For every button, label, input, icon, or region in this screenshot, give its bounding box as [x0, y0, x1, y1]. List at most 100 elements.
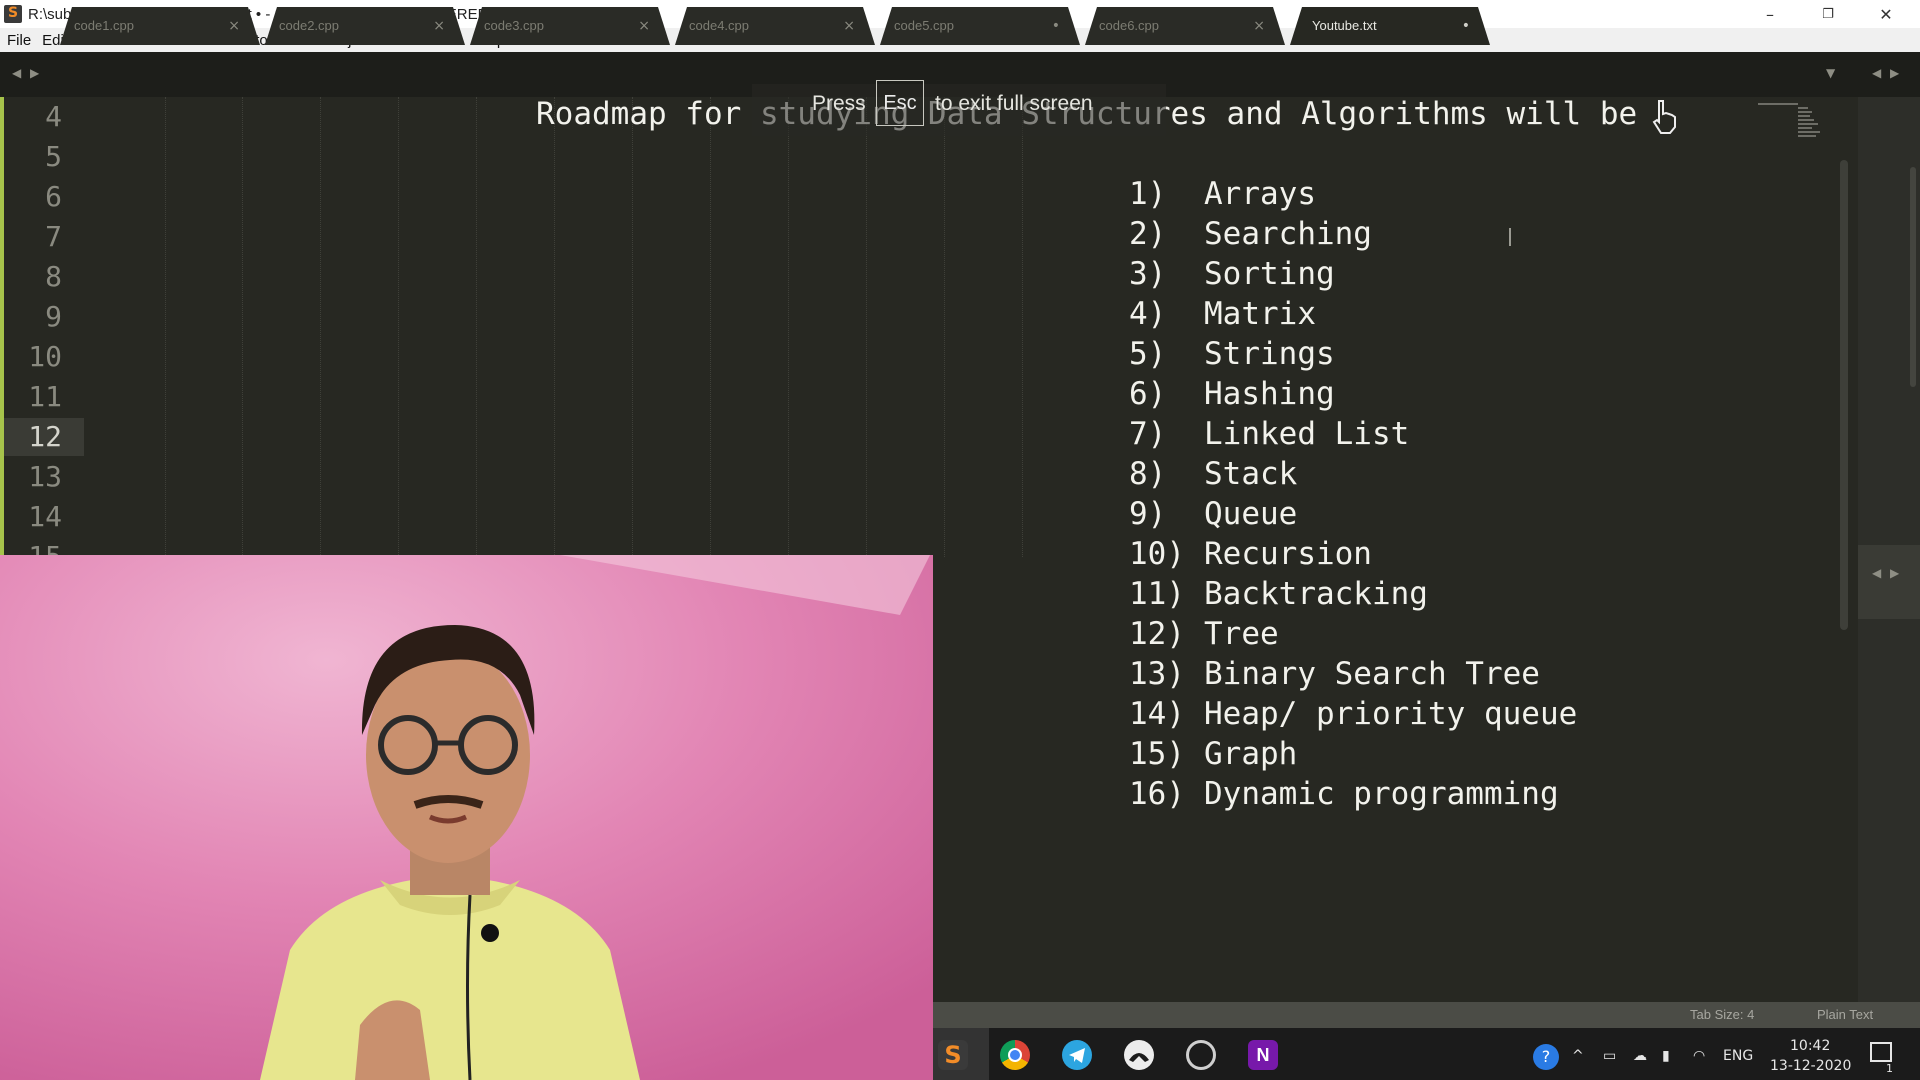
indent-guide: [944, 97, 945, 557]
chrome-icon[interactable]: [1000, 1040, 1030, 1070]
line-number: 4: [45, 100, 62, 133]
list-item-text: Tree: [1204, 616, 1279, 652]
close-button[interactable]: ✕: [1858, 0, 1914, 28]
list-item-text: Strings: [1204, 336, 1335, 372]
list-item-number: 14): [1129, 696, 1185, 732]
list-item-number: 10): [1129, 536, 1185, 572]
list-item-text: Dynamic programming: [1204, 776, 1559, 812]
list-item-number: 5): [1129, 336, 1167, 372]
notification-count: 1: [1886, 1062, 1893, 1075]
indent-guide: [866, 97, 867, 557]
fullscreen-notice-press: Press: [812, 92, 866, 115]
tab-youtube-txt[interactable]: Youtube.txt •: [1290, 7, 1490, 45]
list-item-text: Hashing: [1204, 376, 1335, 412]
indent-guide: [165, 97, 166, 557]
list-item-text: Queue: [1204, 496, 1298, 532]
tab-code1[interactable]: code1.cpp ×: [60, 7, 260, 45]
minimap[interactable]: [1758, 103, 1834, 151]
line-number: 5: [45, 140, 62, 173]
list-item-number: 13): [1129, 656, 1185, 692]
language-indicator[interactable]: ENG: [1723, 1048, 1753, 1064]
editor-scrollbar[interactable]: [1840, 160, 1848, 630]
tab-close-icon[interactable]: ×: [1253, 7, 1265, 45]
tab-list-dropdown-icon[interactable]: ▼: [1826, 66, 1835, 80]
notification-center-icon[interactable]: [1870, 1042, 1892, 1062]
indent-guide: [632, 97, 633, 557]
list-item-text: Recursion: [1204, 536, 1372, 572]
fullscreen-notice-text: to exit full screen: [935, 92, 1093, 115]
tab-label: Youtube.txt: [1312, 18, 1377, 33]
tab-label: code4.cpp: [689, 18, 749, 33]
onenote-icon[interactable]: N: [1248, 1040, 1278, 1070]
indent-guide: [398, 97, 399, 557]
list-item-text: Matrix: [1204, 296, 1316, 332]
list-item-text: Binary Search Tree: [1204, 656, 1540, 692]
secondary-pane[interactable]: [1858, 97, 1920, 1002]
tab-label: code5.cpp: [894, 18, 954, 33]
tab-code5[interactable]: code5.cpp •: [880, 7, 1080, 45]
tab-close-icon[interactable]: ×: [433, 7, 445, 45]
telegram-icon[interactable]: [1062, 1040, 1092, 1070]
restore-button[interactable]: ❐: [1800, 0, 1856, 28]
list-item-number: 16): [1129, 776, 1185, 812]
list-item-number: 6): [1129, 376, 1167, 412]
device-icon[interactable]: ▭: [1603, 1048, 1616, 1064]
tab-close-icon[interactable]: ×: [228, 7, 240, 45]
list-item-number: 7): [1129, 416, 1167, 452]
list-item-number: 8): [1129, 456, 1167, 492]
tab-label: code2.cpp: [279, 18, 339, 33]
battery-icon[interactable]: ▮: [1662, 1048, 1670, 1064]
indent-guide: [476, 97, 477, 557]
modified-lines-marker: [0, 97, 4, 557]
list-item-text: Backtracking: [1204, 576, 1428, 612]
pane-nav-left-icon[interactable]: ◀: [1872, 566, 1881, 580]
list-item-text: Linked List: [1204, 416, 1410, 452]
indent-guide: [320, 97, 321, 557]
pane-nav-left-icon[interactable]: ◀: [1872, 66, 1881, 80]
clock-time[interactable]: 10:42: [1790, 1038, 1830, 1054]
chevron-up-icon[interactable]: ^: [1572, 1048, 1584, 1064]
sublime-text-icon[interactable]: S: [938, 1040, 968, 1070]
list-item-text: Sorting: [1204, 256, 1335, 292]
obs-icon[interactable]: [1186, 1040, 1216, 1070]
esc-key-badge: Esc: [876, 80, 924, 126]
status-bar: Tab Size: 4 Plain Text: [933, 1002, 1920, 1028]
indent-guide: [710, 97, 711, 557]
pane-nav-right-icon[interactable]: ▶: [1890, 66, 1899, 80]
list-item-number: 11): [1129, 576, 1185, 612]
text-cursor-icon: [1509, 228, 1511, 246]
help-icon[interactable]: ?: [1533, 1044, 1559, 1070]
sublime-app-icon: [4, 5, 22, 23]
list-item-number: 9): [1129, 496, 1167, 532]
wifi-icon[interactable]: ◠: [1693, 1048, 1705, 1064]
clock-date[interactable]: 13-12-2020: [1770, 1058, 1851, 1074]
tab-modified-icon[interactable]: •: [1462, 7, 1470, 45]
line-number: 10: [28, 340, 62, 373]
tab-close-icon[interactable]: ×: [843, 7, 855, 45]
tab-label: code6.cpp: [1099, 18, 1159, 33]
minimize-button[interactable]: –: [1742, 0, 1798, 28]
tab-code3[interactable]: code3.cpp ×: [470, 7, 670, 45]
syntax-indicator[interactable]: Plain Text: [1817, 1007, 1873, 1022]
list-item-text: Heap/ priority queue: [1204, 696, 1578, 732]
game-icon[interactable]: [1124, 1040, 1154, 1070]
tab-modified-icon[interactable]: •: [1052, 7, 1060, 45]
tab-code2[interactable]: code2.cpp ×: [265, 7, 465, 45]
cloud-icon[interactable]: ☁: [1633, 1048, 1647, 1064]
menu-file[interactable]: File: [7, 32, 31, 49]
line-number: 8: [45, 260, 62, 293]
tab-size-indicator[interactable]: Tab Size: 4: [1690, 1007, 1754, 1022]
indent-guide: [1022, 97, 1023, 557]
pane-nav-right-icon[interactable]: ▶: [1890, 566, 1899, 580]
tab-code4[interactable]: code4.cpp ×: [675, 7, 875, 45]
list-item-text: Stack: [1204, 456, 1298, 492]
line-number: 14: [28, 500, 62, 533]
secondary-pane-scrollbar[interactable]: [1910, 167, 1916, 387]
list-item-number: 15): [1129, 736, 1185, 772]
pane-splitter[interactable]: [1858, 545, 1920, 619]
tab-code6[interactable]: code6.cpp ×: [1085, 7, 1285, 45]
tab-nav-left-icon[interactable]: ◀: [12, 66, 21, 80]
tab-nav-right-icon[interactable]: ▶: [30, 66, 39, 80]
list-item-number: 4): [1129, 296, 1167, 332]
tab-close-icon[interactable]: ×: [638, 7, 650, 45]
